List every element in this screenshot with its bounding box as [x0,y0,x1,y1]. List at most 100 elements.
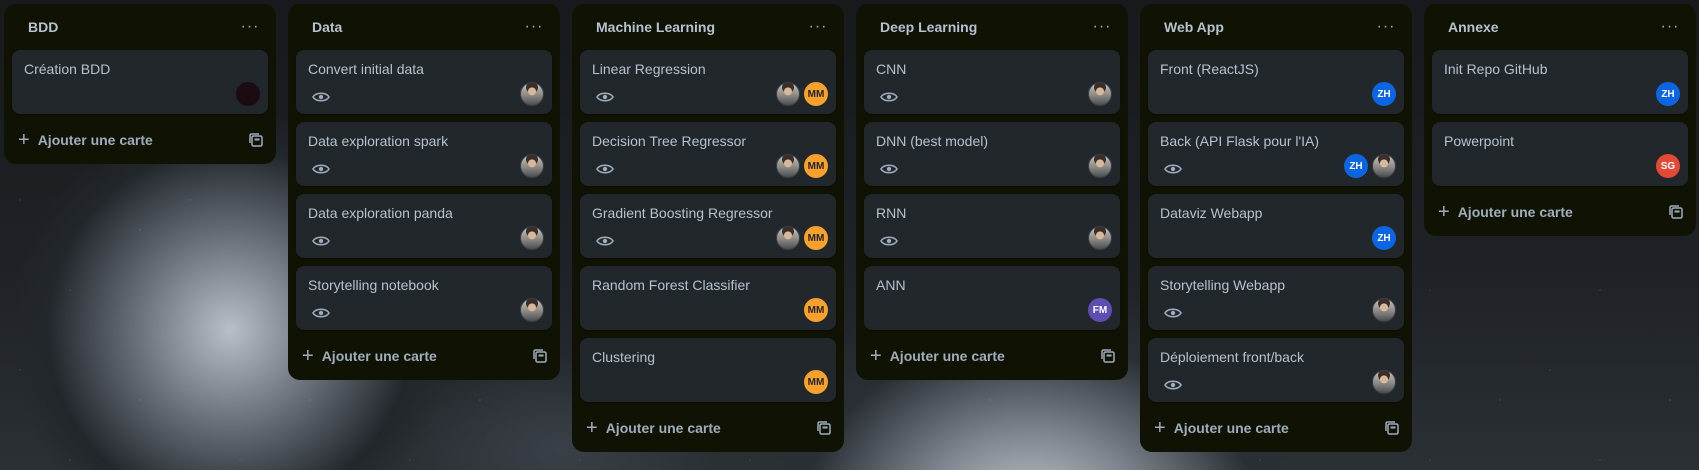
member-avatar[interactable] [520,154,544,178]
member-avatar-sg[interactable]: SG [1656,154,1680,178]
list-title[interactable]: Web App [1164,19,1224,35]
card-template-icon[interactable] [1384,420,1400,436]
member-avatar-mm[interactable]: MM [804,226,828,250]
card-members: MM [776,154,828,178]
card-members [520,82,544,106]
member-avatar[interactable] [1088,226,1112,250]
list-title[interactable]: BDD [28,19,58,35]
card-title: Decision Tree Regressor [592,133,747,149]
add-card-button[interactable]: + Ajouter une carte [1438,201,1573,223]
card[interactable]: Data exploration panda [296,194,552,258]
plus-icon: + [1438,201,1450,223]
list-footer: + Ajouter une carte [1140,408,1412,448]
member-avatar[interactable] [776,154,800,178]
card-title: CNN [876,61,907,77]
card-template-icon[interactable] [1100,348,1116,364]
member-avatar-mm[interactable]: MM [804,370,828,394]
member-avatar-fm[interactable]: FM [1088,298,1112,322]
card-list: Linear Regression MM Decision Tree Regre… [572,50,844,402]
card[interactable]: ANN FM [864,266,1120,330]
list-web-app: Web App ··· Front (ReactJS) ZH Back (API… [1140,4,1412,452]
member-avatar[interactable] [1088,82,1112,106]
add-card-button[interactable]: + Ajouter une carte [18,130,153,150]
card-template-icon[interactable] [1668,204,1684,220]
card-title: ANN [876,277,906,293]
list-header[interactable]: Annexe ··· [1424,4,1696,50]
card-list: CNN DNN (best model) RNN ANN FM [856,50,1128,330]
card[interactable]: Powerpoint SG [1432,122,1688,186]
card[interactable]: RNN [864,194,1120,258]
add-card-button[interactable]: + Ajouter une carte [302,346,437,366]
card[interactable]: Clustering MM [580,338,836,402]
member-avatar[interactable] [520,226,544,250]
list-header[interactable]: Deep Learning ··· [856,4,1128,50]
list-bdd: BDD ··· Création BDD + Ajouter une carte [4,4,276,164]
list-header[interactable]: BDD ··· [4,4,276,50]
card[interactable]: Storytelling Webapp [1148,266,1404,330]
card[interactable]: Random Forest Classifier MM [580,266,836,330]
list-title[interactable]: Annexe [1448,19,1499,35]
list-title[interactable]: Machine Learning [596,19,715,35]
add-card-button[interactable]: + Ajouter une carte [1154,417,1289,439]
member-avatar[interactable] [236,82,260,106]
card-list: Création BDD [4,50,276,114]
member-avatar-mm[interactable]: MM [804,82,828,106]
card-title: Gradient Boosting Regressor [592,205,773,221]
card-title: Random Forest Classifier [592,277,750,293]
card-title: Clustering [592,349,656,365]
ellipsis-icon[interactable]: ··· [1088,17,1116,37]
card-template-icon[interactable] [248,132,264,148]
member-avatar-zh[interactable]: ZH [1372,226,1396,250]
member-avatar[interactable] [520,298,544,322]
card-title: Linear Regression [592,61,706,77]
list-header[interactable]: Data ··· [288,4,560,50]
card-members [520,226,544,250]
card[interactable]: Storytelling notebook [296,266,552,330]
card-template-icon[interactable] [816,420,832,436]
card[interactable]: Création BDD [12,50,268,114]
list-title[interactable]: Data [312,19,342,35]
member-avatar-mm[interactable]: MM [804,298,828,322]
member-avatar[interactable] [1372,298,1396,322]
card-template-icon[interactable] [532,348,548,364]
ellipsis-icon[interactable]: ··· [520,17,548,37]
card[interactable]: Convert initial data [296,50,552,114]
list-header[interactable]: Web App ··· [1140,4,1412,50]
card[interactable]: Back (API Flask pour l'IA) ZH [1148,122,1404,186]
card[interactable]: Linear Regression MM [580,50,836,114]
card[interactable]: Decision Tree Regressor MM [580,122,836,186]
list-title[interactable]: Deep Learning [880,19,977,35]
card[interactable]: Dataviz Webapp ZH [1148,194,1404,258]
member-avatar[interactable] [1088,154,1112,178]
member-avatar-zh[interactable]: ZH [1656,82,1680,106]
member-avatar[interactable] [520,82,544,106]
card[interactable]: Gradient Boosting Regressor MM [580,194,836,258]
member-avatar[interactable] [1372,154,1396,178]
card[interactable]: CNN [864,50,1120,114]
card-members: FM [1088,298,1112,322]
ellipsis-icon[interactable]: ··· [1372,17,1400,37]
member-avatar-mm[interactable]: MM [804,154,828,178]
card-members [236,82,260,106]
card[interactable]: Init Repo GitHub ZH [1432,50,1688,114]
ellipsis-icon[interactable]: ··· [236,17,264,37]
member-avatar-zh[interactable]: ZH [1372,82,1396,106]
member-avatar[interactable] [776,82,800,106]
card[interactable]: Déploiement front/back [1148,338,1404,402]
member-avatar[interactable] [1372,370,1396,394]
member-avatar[interactable] [776,226,800,250]
add-card-button[interactable]: + Ajouter une carte [870,346,1005,366]
card[interactable]: Data exploration spark [296,122,552,186]
ellipsis-icon[interactable]: ··· [1656,17,1684,37]
card[interactable]: DNN (best model) [864,122,1120,186]
add-card-button[interactable]: + Ajouter une carte [586,417,721,439]
list-data: Data ··· Convert initial data Data explo… [288,4,560,380]
card[interactable]: Front (ReactJS) ZH [1148,50,1404,114]
watch-icon [1164,380,1182,390]
ellipsis-icon[interactable]: ··· [804,17,832,37]
plus-icon: + [586,417,598,439]
list-header[interactable]: Machine Learning ··· [572,4,844,50]
member-avatar-zh[interactable]: ZH [1344,154,1368,178]
card-list: Convert initial data Data exploration sp… [288,50,560,330]
plus-icon: + [1154,417,1166,439]
